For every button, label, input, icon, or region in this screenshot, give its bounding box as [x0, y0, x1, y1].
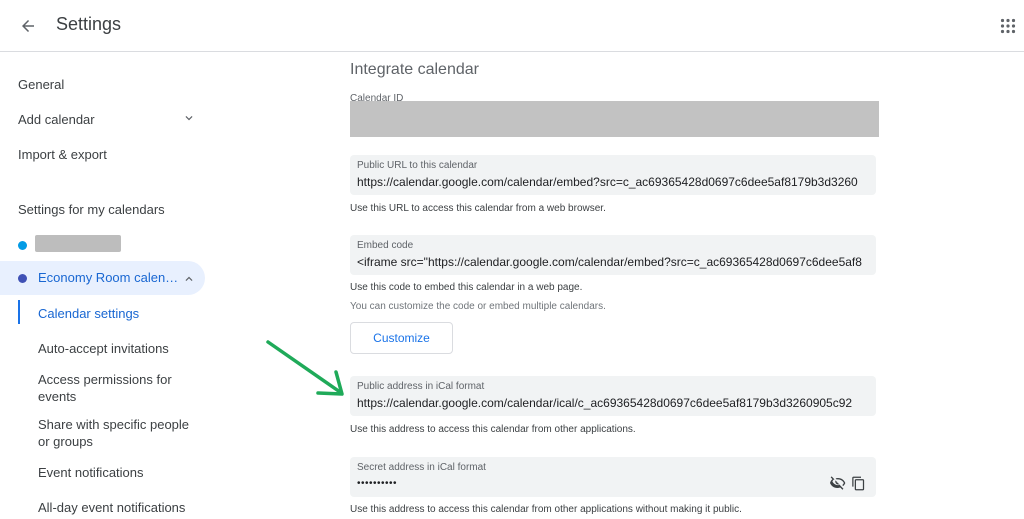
embed-code-helper-2: You can customize the code or embed mult… — [350, 301, 606, 312]
redacted-calendar-name — [35, 235, 121, 252]
section-title: Integrate calendar — [350, 61, 479, 78]
page-title: Settings — [56, 14, 122, 34]
field-label: Public URL to this calendar — [357, 160, 478, 171]
my-calendars-heading: Settings for my calendars — [18, 202, 165, 217]
calendar-name: Economy Room calen… — [38, 270, 179, 285]
field-label: Public address in iCal format — [357, 381, 485, 392]
apps-grid-icon — [1000, 18, 1016, 34]
field-value[interactable]: https://calendar.google.com/calendar/ica… — [357, 396, 852, 410]
public-url-helper: Use this URL to access this calendar fro… — [350, 203, 606, 214]
settings-sidebar: General Add calendar Import & export Set… — [0, 53, 215, 519]
subnav-event-notifications[interactable]: Event notifications — [38, 464, 198, 481]
public-url-field[interactable]: Public URL to this calendar https://cale… — [350, 155, 876, 195]
subnav-auto-accept[interactable]: Auto-accept invitations — [38, 340, 198, 357]
field-label: Embed code — [357, 240, 414, 251]
green-pointer-arrow — [266, 340, 344, 396]
subnav-all-day-notifications[interactable]: All-day event notifications — [38, 499, 198, 516]
visibility-off-icon — [830, 476, 846, 490]
copy-button[interactable] — [849, 474, 867, 492]
chevron-down-icon[interactable] — [182, 111, 196, 125]
field-label: Secret address in iCal format — [357, 462, 486, 473]
ical-secret-field[interactable]: Secret address in iCal format •••••••••• — [350, 457, 876, 497]
customize-button[interactable]: Customize — [350, 322, 453, 354]
field-value[interactable]: <iframe src="https://calendar.google.com… — [357, 255, 862, 269]
calendar-color-dot — [18, 241, 27, 250]
subnav-access-permissions[interactable]: Access permissions for events — [38, 371, 198, 405]
chevron-up-icon[interactable] — [182, 272, 196, 286]
sidebar-calendar-economy-room[interactable]: Economy Room calen… — [0, 261, 205, 295]
sidebar-calendar-redacted[interactable] — [0, 228, 205, 262]
nav-import-export[interactable]: Import & export — [18, 147, 107, 162]
ical-secret-helper: Use this address to access this calendar… — [350, 504, 742, 515]
calendar-id-redacted — [350, 101, 879, 137]
embed-code-helper: Use this code to embed this calendar in … — [350, 282, 583, 293]
back-button[interactable] — [14, 12, 42, 40]
settings-main: Integrate calendar Calendar ID Public UR… — [350, 53, 1024, 519]
embed-code-field[interactable]: Embed code <iframe src="https://calendar… — [350, 235, 876, 275]
apps-button[interactable] — [996, 14, 1020, 38]
subnav-share-people[interactable]: Share with specific people or groups — [38, 416, 198, 450]
active-indicator — [18, 300, 20, 324]
copy-icon — [851, 476, 864, 490]
field-value[interactable]: •••••••••• — [357, 478, 397, 489]
arrow-back-icon — [22, 20, 34, 32]
field-value[interactable]: https://calendar.google.com/calendar/emb… — [357, 175, 858, 189]
toggle-visibility-button[interactable] — [829, 474, 847, 492]
ical-public-field[interactable]: Public address in iCal format https://ca… — [350, 376, 876, 416]
nav-general[interactable]: General — [18, 77, 64, 92]
calendar-color-dot — [18, 274, 27, 283]
ical-public-helper: Use this address to access this calendar… — [350, 424, 636, 435]
top-app-bar: Settings — [0, 0, 1024, 52]
subnav-calendar-settings[interactable]: Calendar settings — [38, 305, 198, 322]
nav-add-calendar[interactable]: Add calendar — [18, 112, 95, 127]
